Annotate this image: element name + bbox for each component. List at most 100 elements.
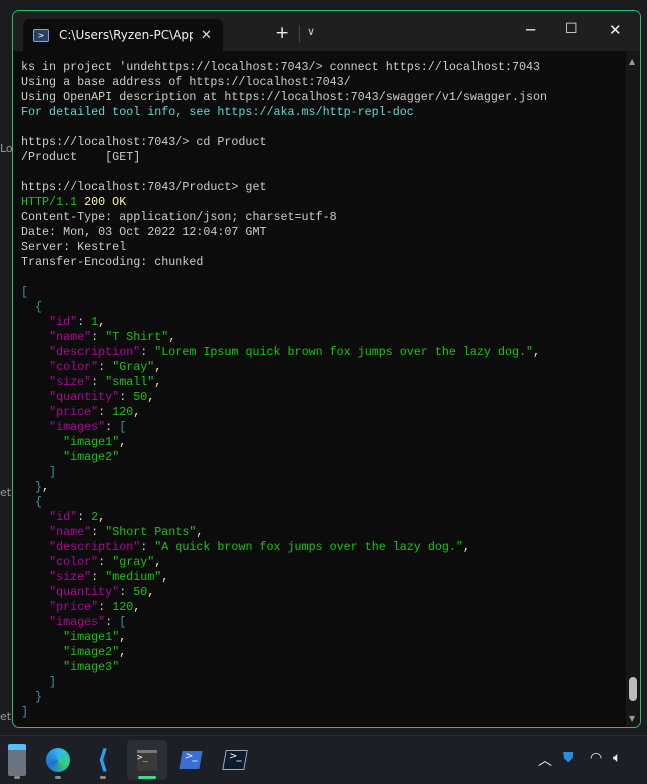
terminal-line: "image2",	[21, 645, 624, 660]
terminal-text: ,	[168, 330, 176, 344]
terminal-text: "gray"	[112, 555, 155, 569]
terminal-text: "T Shirt"	[105, 330, 169, 344]
terminal-text: "description"	[49, 540, 141, 554]
terminal-text: ]	[21, 675, 57, 689]
terminal-text: ]	[21, 705, 29, 719]
terminal-text: Server: Kestrel	[21, 240, 127, 254]
terminal-text: [	[21, 285, 29, 299]
chevron-up-icon[interactable]: ︿	[538, 750, 552, 770]
terminal-text: /Product [GET]	[21, 150, 141, 164]
terminal-text: "id"	[49, 510, 78, 524]
terminal-line: https://localhost:7043/Product> get	[21, 180, 624, 195]
terminal-text: "image2"	[63, 450, 120, 464]
tab-active[interactable]: > C:\Users\Ryzen-PC\AppData\l ✕	[23, 19, 223, 51]
close-tab-icon[interactable]: ✕	[201, 28, 212, 43]
volume-icon[interactable]: 🔈︎	[613, 750, 621, 766]
terminal-text: 50	[133, 585, 148, 599]
terminal-text: "color"	[49, 555, 99, 569]
scroll-down-icon[interactable]: ▼	[629, 714, 635, 723]
terminal-line: {	[21, 495, 624, 510]
terminal-text: 200 OK	[84, 195, 127, 209]
terminal-text: ,	[196, 525, 204, 539]
terminal-line: ]	[21, 705, 624, 720]
terminal-text: ,	[133, 600, 141, 614]
maximize-button[interactable]: ☐	[565, 21, 578, 37]
terminal-text: ]	[21, 465, 57, 479]
terminal-line: "image2"	[21, 450, 624, 465]
terminal-line: "id": 2,	[21, 510, 624, 525]
terminal-text: :	[98, 555, 113, 569]
terminal-text: "image1"	[63, 630, 120, 644]
terminal-text: Using a base address of https://localhos…	[21, 75, 351, 89]
terminal-text: ,	[119, 630, 127, 644]
wifi-icon[interactable]: ◠	[590, 750, 602, 766]
terminal-text: Transfer-Encoding: chunked	[21, 255, 204, 269]
terminal-text: ,	[133, 405, 141, 419]
terminal-icon[interactable]: >_	[127, 740, 167, 780]
terminal-text: "description"	[49, 345, 141, 359]
terminal-text: ,	[98, 315, 106, 329]
terminal-output[interactable]: ks in project 'undehttps://localhost:704…	[21, 60, 624, 720]
calculator-icon[interactable]	[0, 740, 37, 780]
terminal-text: "Lorem Ipsum quick brown fox jumps over …	[154, 345, 534, 359]
terminal-text: :	[140, 540, 155, 554]
terminal-text: 120	[112, 600, 134, 614]
terminal-text: :	[91, 570, 106, 584]
edge-icon[interactable]	[38, 740, 78, 780]
terminal-line: "price": 120,	[21, 600, 624, 615]
security-shield-icon[interactable]: ⛊	[563, 750, 574, 766]
scroll-up-icon[interactable]: ▲	[629, 57, 635, 66]
terminal-text: :	[91, 375, 106, 389]
terminal-line: [	[21, 285, 624, 300]
scrollbar-thumb[interactable]	[629, 677, 637, 701]
powershell-icon[interactable]: >_	[171, 740, 211, 780]
terminal-text: "size"	[49, 375, 92, 389]
terminal-line: "price": 120,	[21, 405, 624, 420]
terminal-line: HTTP/1.1 200 OK	[21, 195, 624, 210]
terminal-line: "description": "A quick brown fox jumps …	[21, 540, 624, 555]
terminal-line: "image3"	[21, 660, 624, 675]
terminal-text: "A quick brown fox jumps over the lazy d…	[154, 540, 463, 554]
terminal-text: ,	[154, 375, 162, 389]
title-bar[interactable]: > C:\Users\Ryzen-PC\AppData\l ✕ + ∨ ─ ☐ …	[13, 11, 640, 51]
minimize-button[interactable]: ─	[526, 21, 535, 39]
powershell-icon: >	[33, 28, 49, 42]
terminal-text: 120	[112, 405, 134, 419]
scrollbar[interactable]: ▲ ▼	[626, 51, 640, 727]
terminal-text: :	[77, 315, 92, 329]
terminal-text: Date: Mon, 03 Oct 2022 12:04:07 GMT	[21, 225, 267, 239]
background-text: et	[0, 710, 12, 723]
powershell-dark-icon[interactable]: >_	[215, 740, 255, 780]
terminal-text: ,	[161, 570, 169, 584]
taskbar: ⟨ >_ >_ >_ ︿ ⛊ ◠ 🔈︎	[0, 735, 647, 784]
terminal-text: ,	[42, 480, 50, 494]
close-button[interactable]: ✕	[609, 21, 622, 39]
terminal-text: :	[140, 345, 155, 359]
terminal-line: "name": "Short Pants",	[21, 525, 624, 540]
new-tab-button[interactable]: +	[275, 23, 289, 43]
terminal-text: "image3"	[63, 660, 120, 674]
terminal-text: Using OpenAPI description at https://loc…	[21, 90, 548, 104]
terminal-text: }	[21, 480, 43, 494]
terminal-line: "color": "Gray",	[21, 360, 624, 375]
background-text: Lo	[0, 142, 13, 155]
chevron-down-icon[interactable]: ∨	[307, 25, 315, 38]
terminal-text: ks in project 'undehttps://localhost:704…	[21, 60, 541, 74]
vscode-icon[interactable]: ⟨	[83, 740, 123, 780]
terminal-text: "name"	[49, 525, 92, 539]
terminal-text: :	[98, 360, 113, 374]
terminal-text: "color"	[49, 360, 99, 374]
